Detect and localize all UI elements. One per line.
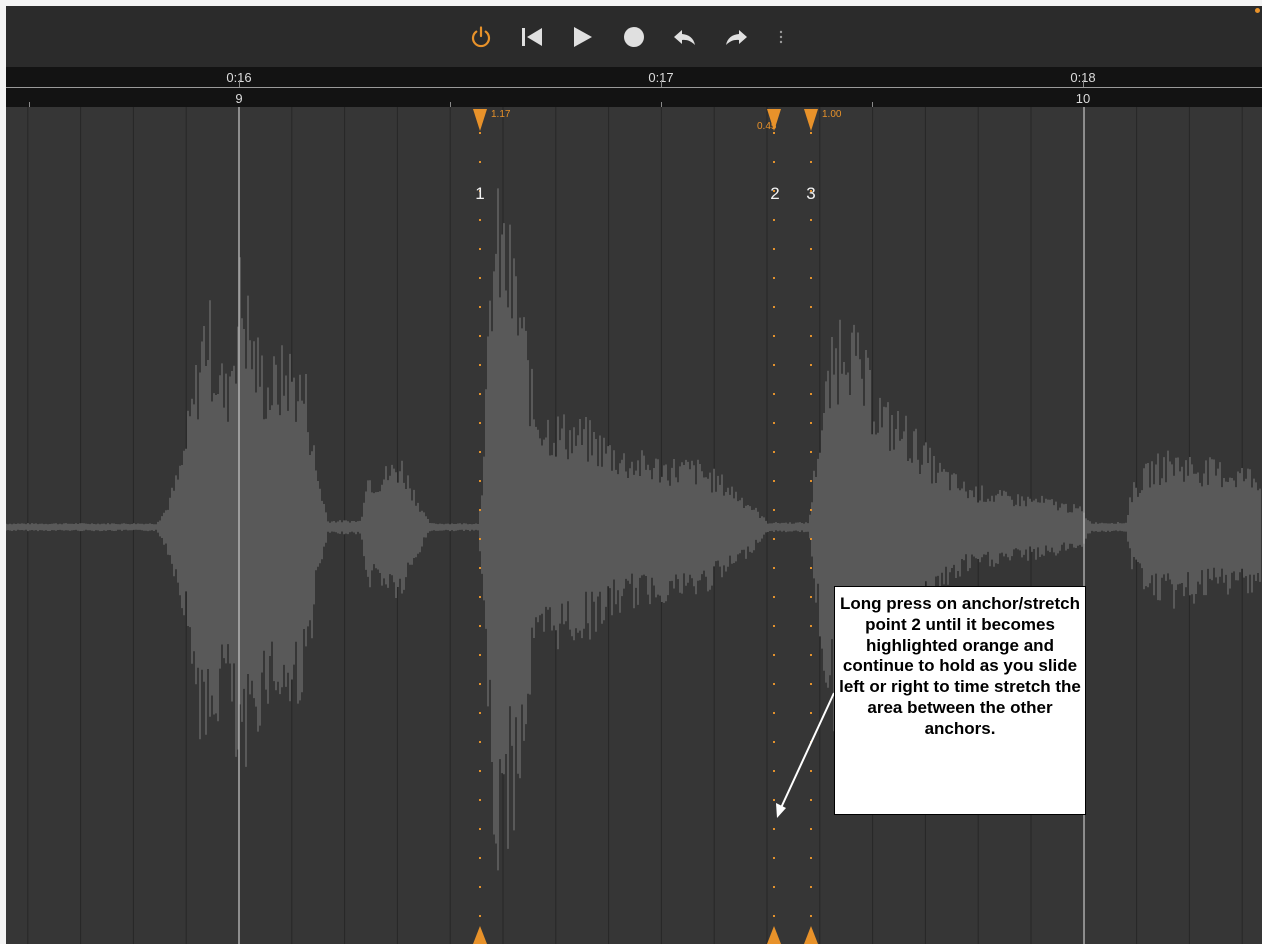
ruler-bar-label: 10 bbox=[1075, 91, 1091, 106]
power-icon bbox=[471, 26, 491, 48]
ruler-tick bbox=[239, 80, 240, 87]
play-icon bbox=[574, 27, 592, 47]
anchor-number-label: 1 bbox=[475, 184, 485, 203]
anchor-handle-bottom-3[interactable] bbox=[804, 926, 818, 944]
instruction-callout: Long press on anchor/stretch point 2 unt… bbox=[834, 586, 1086, 815]
record-button[interactable] bbox=[621, 24, 647, 50]
audio-waveform-canvas[interactable] bbox=[6, 107, 1262, 944]
redo-button[interactable] bbox=[723, 24, 749, 50]
undo-icon bbox=[674, 30, 695, 45]
app-window: 0:16 0:17 0:18 9 10 1.17 0.45 1.00 1 2 3… bbox=[6, 6, 1262, 944]
anchor-number-label: 3 bbox=[806, 184, 816, 203]
ruler-bar-label: 9 bbox=[235, 91, 243, 106]
power-button[interactable] bbox=[468, 24, 494, 50]
timeline-ruler[interactable]: 0:16 0:17 0:18 9 10 bbox=[6, 67, 1262, 107]
ruler-divider bbox=[6, 87, 1262, 88]
record-icon bbox=[624, 27, 644, 47]
callout-text: Long press on anchor/stretch point 2 unt… bbox=[839, 594, 1081, 738]
redo-icon bbox=[726, 30, 747, 45]
anchor-handle-top-3[interactable] bbox=[804, 109, 818, 131]
anchor-handle-bottom-1[interactable] bbox=[473, 926, 487, 944]
anchor-handle-top-1[interactable] bbox=[473, 109, 487, 131]
audio-track-area[interactable]: 1.17 0.45 1.00 1 2 3 bbox=[6, 107, 1262, 944]
more-vertical-icon bbox=[779, 30, 783, 44]
skip-to-start-button[interactable] bbox=[519, 24, 545, 50]
undo-button[interactable] bbox=[672, 24, 698, 50]
more-button[interactable] bbox=[775, 24, 787, 50]
skip-to-start-icon bbox=[522, 28, 542, 46]
anchor-ratio-label: 1.17 bbox=[491, 109, 511, 120]
anchor-number-label: 2 bbox=[770, 184, 780, 203]
ruler-tick bbox=[661, 80, 662, 87]
transport-toolbar bbox=[6, 6, 1262, 67]
play-button[interactable] bbox=[569, 24, 595, 50]
ruler-tick bbox=[1083, 80, 1084, 87]
anchor-ratio-label: 0.45 bbox=[757, 121, 777, 132]
status-indicator-dot bbox=[1255, 8, 1260, 13]
anchor-ratio-label: 1.00 bbox=[822, 109, 842, 120]
anchor-handle-bottom-2[interactable] bbox=[767, 926, 781, 944]
